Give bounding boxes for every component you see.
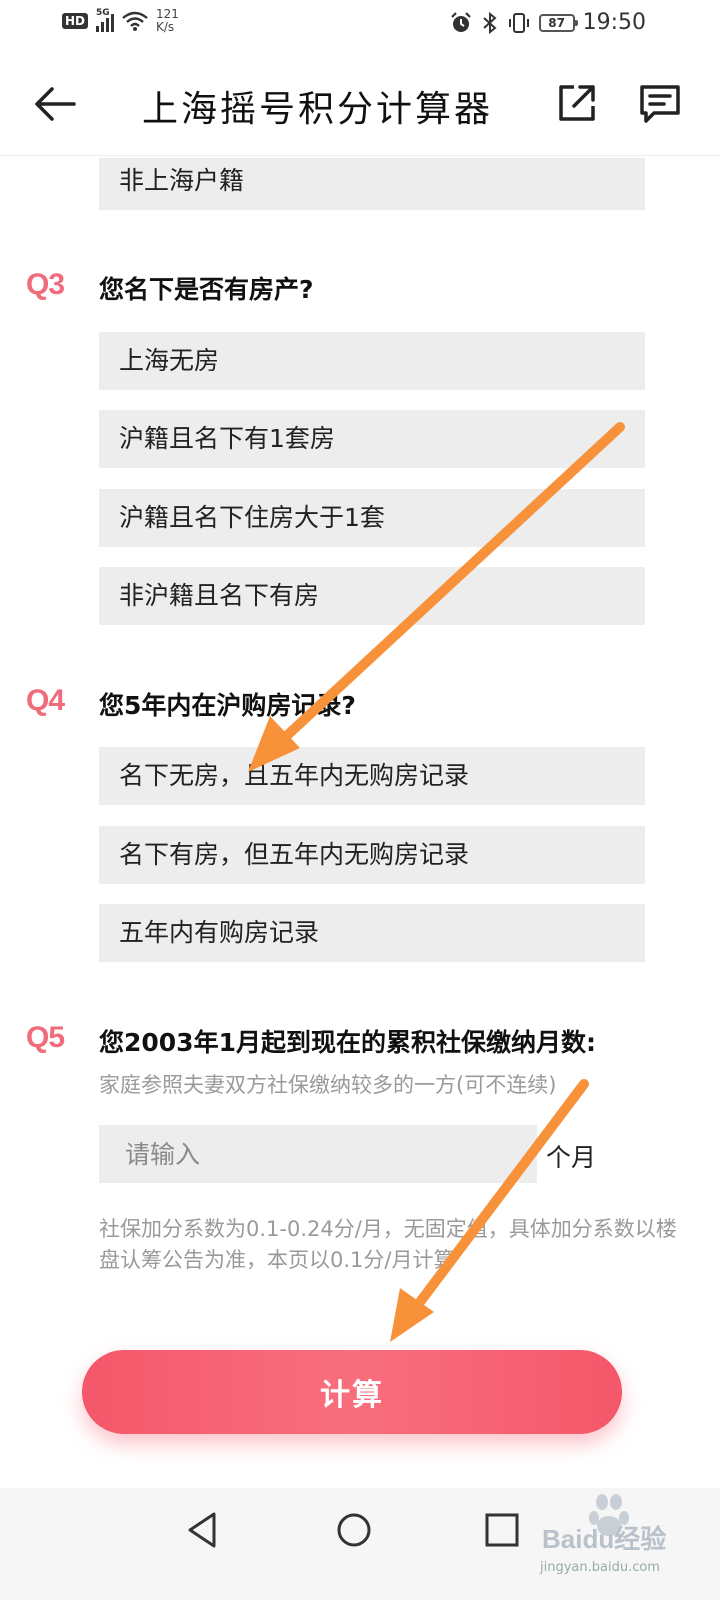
watermark-text: Baidu经验	[542, 1524, 666, 1554]
question-text-q5: 您2003年1月起到现在的累积社保缴纳月数:	[99, 1028, 596, 1057]
question-text-q3: 您名下是否有房产?	[99, 275, 314, 304]
back-arrow-icon[interactable]	[34, 86, 76, 122]
nav-recents-icon[interactable]	[482, 1510, 522, 1550]
option-q3-1[interactable]: 上海无房	[99, 332, 645, 390]
question-number-q4: Q4	[26, 684, 65, 717]
feedback-icon[interactable]	[638, 82, 682, 126]
page-title: 上海摇号积分计算器	[142, 89, 494, 130]
wifi-icon	[122, 11, 148, 31]
option-q2-non-shanghai-hukou[interactable]: 非上海户籍	[99, 158, 645, 210]
status-bar: HD 5G 121 K/s 87 19:50	[0, 0, 720, 50]
annotation-arrow-2-shaft	[409, 1079, 589, 1315]
question-hint-q5: 家庭参照夫妻双方社保缴纳较多的一方(可不连续)	[99, 1073, 557, 1097]
vibrate-icon	[508, 12, 529, 33]
status-right: 87 19:50	[449, 10, 646, 35]
annotation-arrow-2-head	[390, 1288, 434, 1342]
question-number-q5: Q5	[26, 1021, 65, 1054]
status-left: HD 5G 121 K/s	[62, 8, 179, 34]
share-icon[interactable]	[556, 82, 598, 124]
battery-level: 87	[548, 15, 565, 30]
nav-back-icon[interactable]	[182, 1510, 222, 1550]
bluetooth-icon	[482, 11, 497, 34]
hd-badge: HD	[62, 13, 89, 29]
calculate-button[interactable]: 计算	[82, 1350, 622, 1434]
watermark-url: jingyan.baidu.com	[540, 1560, 660, 1575]
months-unit-label: 个月	[546, 1143, 597, 1172]
option-q4-1[interactable]: 名下无房，且五年内无购房记录	[99, 747, 645, 805]
network-speed: 121 K/s	[156, 8, 179, 34]
alarm-icon	[450, 11, 471, 32]
option-q4-3[interactable]: 五年内有购房记录	[99, 904, 645, 962]
signal-icon: 5G	[96, 8, 115, 32]
baidu-jingyan-watermark: Baidu经验	[542, 1494, 666, 1554]
battery-icon: 87	[538, 13, 578, 32]
speed-unit: K/s	[156, 20, 175, 34]
scoring-note: 社保加分系数为0.1-0.24分/月，无固定值，具体加分系数以楼盘认筹公告为准，…	[99, 1217, 677, 1272]
app-bar: 上海摇号积分计算器	[0, 52, 720, 156]
question-number-q3: Q3	[26, 268, 65, 301]
network-type-label: 5G	[96, 8, 110, 18]
option-q3-3[interactable]: 沪籍且名下住房大于1套	[99, 489, 645, 547]
option-q4-2[interactable]: 名下有房，但五年内无购房记录	[99, 826, 645, 884]
status-time: 19:50	[582, 10, 646, 35]
nav-home-icon[interactable]	[334, 1510, 374, 1550]
option-q3-2[interactable]: 沪籍且名下有1套房	[99, 410, 645, 468]
option-q3-4[interactable]: 非沪籍且名下有房	[99, 567, 645, 625]
question-text-q4: 您5年内在沪购房记录?	[99, 691, 356, 720]
social-security-months-input[interactable]	[99, 1125, 537, 1183]
